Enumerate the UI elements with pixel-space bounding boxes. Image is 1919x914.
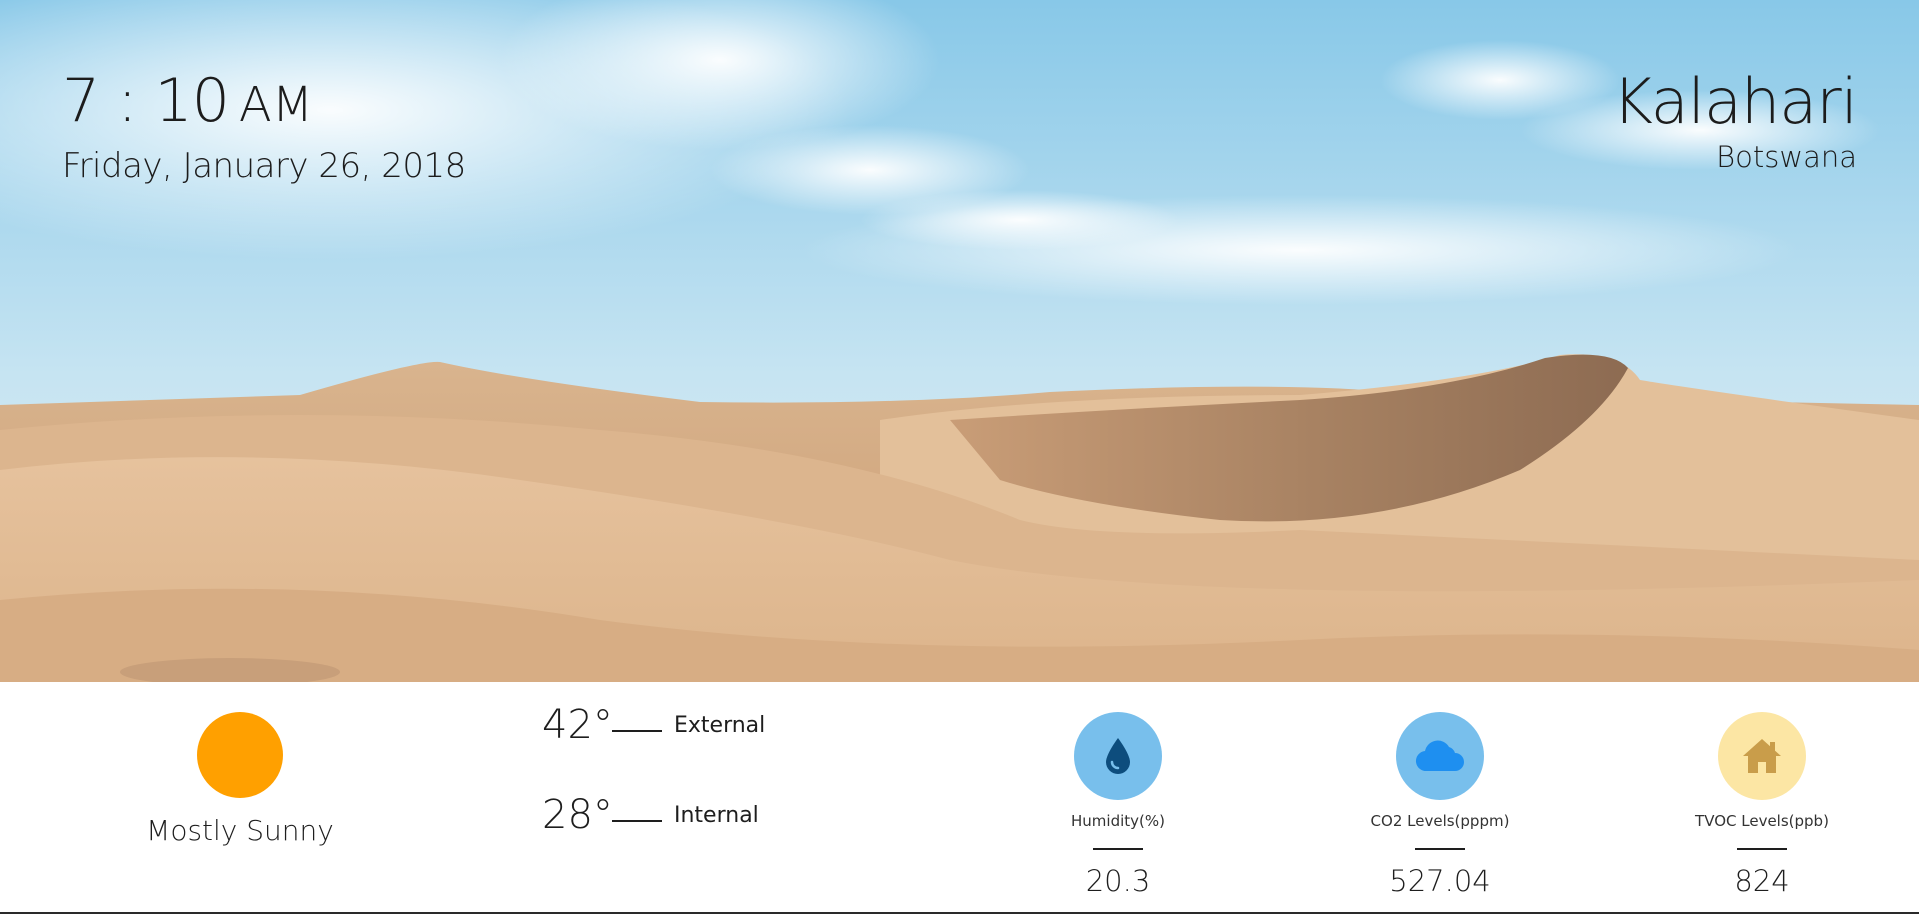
sensor-value: 824 [1734,864,1790,898]
current-date: Friday, January 26, 2018 [62,146,466,186]
sensor-icon-circle [1074,712,1162,800]
temperature-internal: 28° Internal [542,790,765,840]
temperature-list: 42° External 28° Internal [542,700,765,880]
temperature-label: External [674,712,766,738]
location-region: Botswana [1716,140,1857,174]
sensor-tvoc: TVOC Levels(ppb) 824 [1662,712,1862,898]
sensor-icon-circle [1396,712,1484,800]
temperature-label: Internal [674,802,759,828]
clock-block: 7 : 10 AM Friday, January 26, 2018 [62,66,466,186]
sensor-label: CO2 Levels(pppm) [1370,812,1510,830]
info-panel: Mostly Sunny 42° External 28° Internal H… [0,682,1919,914]
temperature-external: 42° External [542,700,765,750]
location-name: Kalahari [1612,65,1858,138]
water-drop-icon [1106,738,1130,774]
divider-line [1093,848,1143,850]
temperature-value: 42° [542,702,613,748]
sensor-label: Humidity(%) [1071,812,1165,830]
temperature-value: 28° [542,792,613,838]
sensor-humidity: Humidity(%) 20.3 [1018,712,1218,898]
divider-line [1415,848,1465,850]
divider-line [612,730,662,732]
house-icon [1743,739,1781,773]
weather-summary: Mostly Sunny [140,712,340,847]
sensor-value: 527.04 [1389,864,1491,898]
sensor-co2: CO2 Levels(pppm) 527.04 [1340,712,1540,898]
clock-ampm: AM [238,77,314,133]
clock-time-value: 7 : 10 [62,66,230,136]
hero-background: 7 : 10 AM Friday, January 26, 2018 Kalaha… [0,0,1919,682]
sensor-icon-circle [1718,712,1806,800]
weather-condition: Mostly Sunny [146,814,334,847]
divider-line [1737,848,1787,850]
clock-time: 7 : 10 AM [62,66,466,140]
sensor-value: 20.3 [1085,864,1151,898]
cloud-icon [1415,740,1464,772]
divider-line [612,820,662,822]
sensor-label: TVOC Levels(ppb) [1695,812,1829,830]
sun-icon [197,712,283,798]
location-block: Kalahari Botswana [1612,65,1858,175]
